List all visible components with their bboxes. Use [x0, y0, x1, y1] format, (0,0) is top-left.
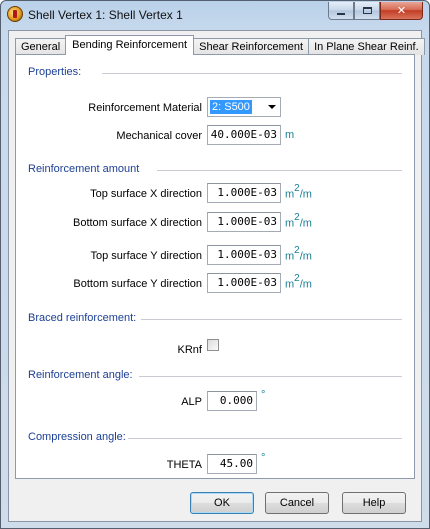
- cancel-button[interactable]: Cancel: [265, 492, 329, 514]
- bottom-x-unit: m2/m: [285, 212, 312, 230]
- compression-angle-divider: [128, 438, 402, 439]
- top-x-unit: m2/m: [285, 183, 312, 201]
- braced-reinforcement-header: Braced reinforcement:: [28, 312, 137, 324]
- bottom-y-label: Bottom surface Y direction: [73, 278, 202, 290]
- title-bar[interactable]: Shell Vertex 1: Shell Vertex 1 ✕: [1, 1, 429, 29]
- material-select-value: 2: S500: [210, 100, 252, 114]
- theta-label: THETA: [166, 459, 202, 471]
- close-icon: ✕: [396, 5, 407, 17]
- window-title: Shell Vertex 1: Shell Vertex 1: [28, 8, 183, 22]
- top-x-input[interactable]: 1.000E-03: [207, 183, 281, 203]
- help-button[interactable]: Help: [342, 492, 406, 514]
- material-label: Reinforcement Material: [88, 102, 202, 114]
- minimize-button[interactable]: [328, 2, 354, 20]
- properties-header: Properties:: [28, 66, 82, 78]
- bottom-x-input[interactable]: 1.000E-03: [207, 212, 281, 232]
- top-x-label: Top surface X direction: [90, 188, 202, 200]
- tab-strip: General Bending Reinforcement Shear Rein…: [15, 35, 425, 55]
- tab-general[interactable]: General: [15, 38, 67, 55]
- minimize-icon: [337, 12, 345, 15]
- cover-input[interactable]: 40.000E-03: [207, 125, 281, 145]
- bottom-x-label: Bottom surface X direction: [72, 217, 202, 229]
- cover-label: Mechanical cover: [116, 130, 202, 142]
- material-select[interactable]: 2: S500: [207, 97, 281, 117]
- ok-button[interactable]: OK: [190, 492, 254, 514]
- tab-panel: Properties: Reinforcement Material 2: S5…: [15, 54, 415, 479]
- theta-input[interactable]: 45.00: [207, 454, 257, 474]
- bottom-y-unit: m2/m: [285, 273, 312, 291]
- alp-label: ALP: [181, 396, 202, 408]
- reinforcement-amount-divider: [157, 170, 402, 171]
- alp-unit: °: [261, 389, 266, 401]
- top-y-unit: m2/m: [285, 245, 312, 263]
- tab-in-plane-shear-reinf[interactable]: In Plane Shear Reinf.: [308, 38, 425, 55]
- tab-shear-reinforcement[interactable]: Shear Reinforcement: [193, 38, 310, 55]
- cover-unit: m: [285, 129, 295, 141]
- top-y-input[interactable]: 1.000E-03: [207, 245, 281, 265]
- theta-unit: °: [261, 452, 266, 464]
- reinforcement-angle-header: Reinforcement angle:: [28, 369, 133, 381]
- top-y-label: Top surface Y direction: [90, 250, 203, 262]
- properties-divider: [102, 73, 402, 74]
- app-icon: [7, 6, 23, 22]
- window-controls: ✕: [328, 2, 423, 20]
- braced-reinforcement-divider: [141, 319, 402, 320]
- dialog-window: Shell Vertex 1: Shell Vertex 1 ✕ General…: [0, 0, 430, 529]
- alp-input[interactable]: 0.000: [207, 391, 257, 411]
- compression-angle-header: Compression angle:: [28, 431, 126, 443]
- chevron-down-icon: [268, 105, 276, 109]
- bottom-y-input[interactable]: 1.000E-03: [207, 273, 281, 293]
- close-button[interactable]: ✕: [380, 2, 423, 20]
- maximize-button[interactable]: [354, 2, 380, 20]
- reinforcement-angle-divider: [139, 376, 402, 377]
- dialog-client: General Bending Reinforcement Shear Rein…: [8, 30, 425, 522]
- maximize-icon: [362, 7, 372, 14]
- krnf-label: KRnf: [177, 344, 202, 356]
- reinforcement-amount-header: Reinforcement amount: [28, 163, 140, 175]
- tab-bending-reinforcement[interactable]: Bending Reinforcement: [65, 35, 195, 55]
- krnf-checkbox[interactable]: [207, 339, 219, 351]
